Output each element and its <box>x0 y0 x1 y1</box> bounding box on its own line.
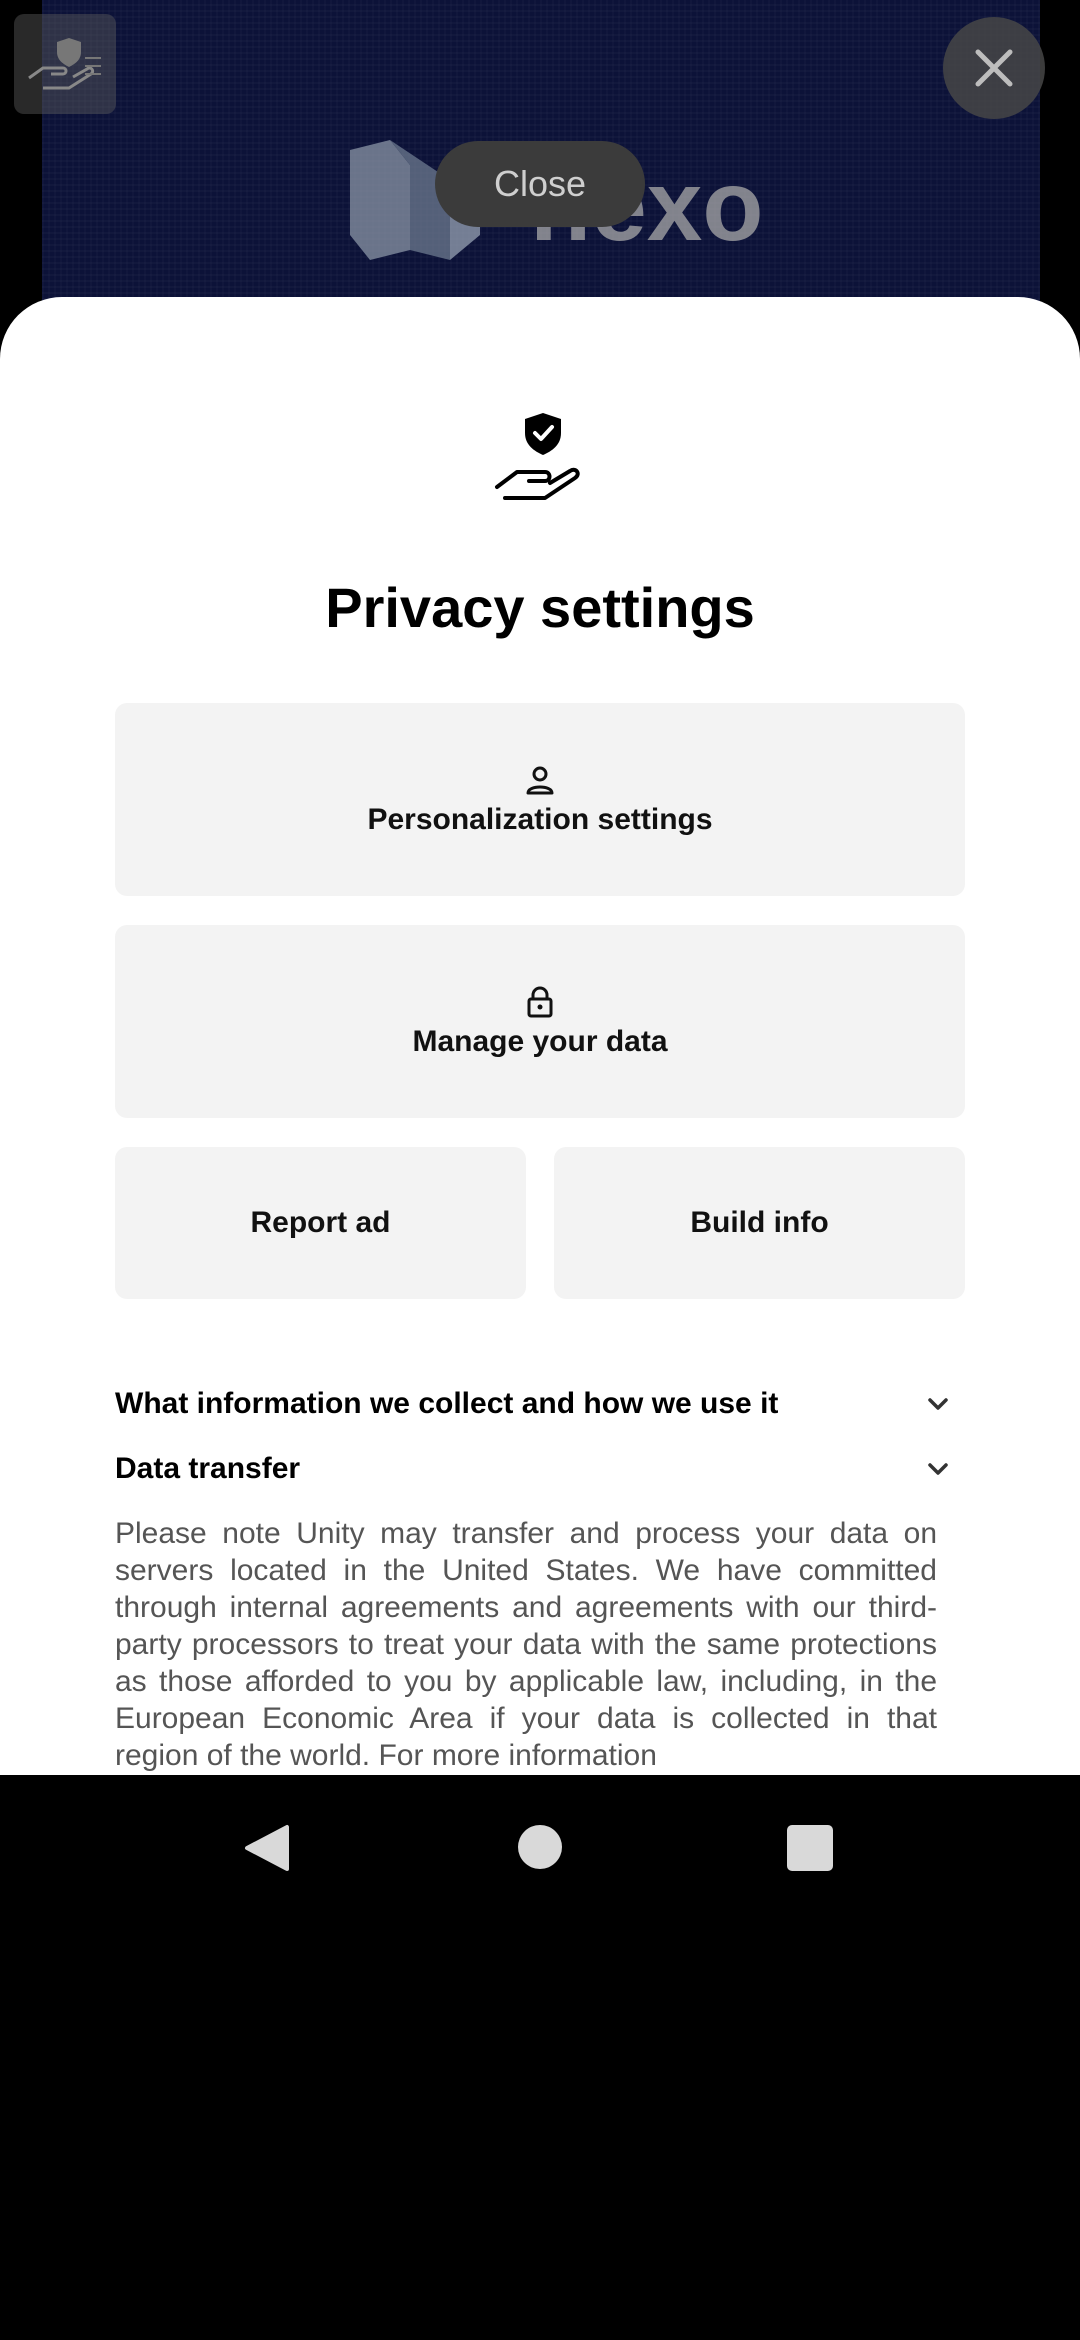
privacy-settings-sheet: Privacy settings Personalization setting… <box>0 297 1080 1775</box>
ad-privacy-button[interactable] <box>14 14 116 114</box>
build-info-button[interactable]: Build info <box>554 1147 965 1299</box>
hand-shield-icon <box>495 413 580 500</box>
back-icon[interactable] <box>243 1823 291 1873</box>
close-icon <box>975 49 1013 87</box>
personalization-settings-button[interactable]: Personalization settings <box>115 703 965 896</box>
person-icon <box>526 766 554 794</box>
chevron-down-icon <box>928 1398 948 1410</box>
build-info-label: Build info <box>690 1206 829 1239</box>
accordion-information-collected[interactable]: What information we collect and how we u… <box>115 1379 965 1429</box>
ad-close-button[interactable] <box>943 17 1045 119</box>
accordion-label: Data transfer <box>115 1452 301 1485</box>
page-title: Privacy settings <box>325 576 755 639</box>
manage-your-data-label: Manage your data <box>412 1024 668 1058</box>
report-ad-button[interactable]: Report ad <box>115 1147 526 1299</box>
chevron-down-icon <box>928 1463 948 1475</box>
recent-apps-icon[interactable] <box>787 1825 833 1871</box>
close-ad-pill-button[interactable]: Close <box>435 141 645 227</box>
hand-shield-icon <box>28 38 101 90</box>
lock-icon <box>527 986 553 1017</box>
report-ad-label: Report ad <box>250 1206 391 1239</box>
home-icon[interactable] <box>518 1825 562 1869</box>
navigation-bar <box>0 1775 1080 1920</box>
manage-your-data-button[interactable]: Manage your data <box>115 925 965 1118</box>
accordion-label: What information we collect and how we u… <box>115 1387 779 1420</box>
ad-background: nexo Close <box>0 0 1080 330</box>
data-transfer-text: Please note Unity may transfer and proce… <box>115 1517 937 1772</box>
accordion-data-transfer[interactable]: Data transfer <box>115 1444 965 1494</box>
personalization-settings-label: Personalization settings <box>367 802 713 836</box>
